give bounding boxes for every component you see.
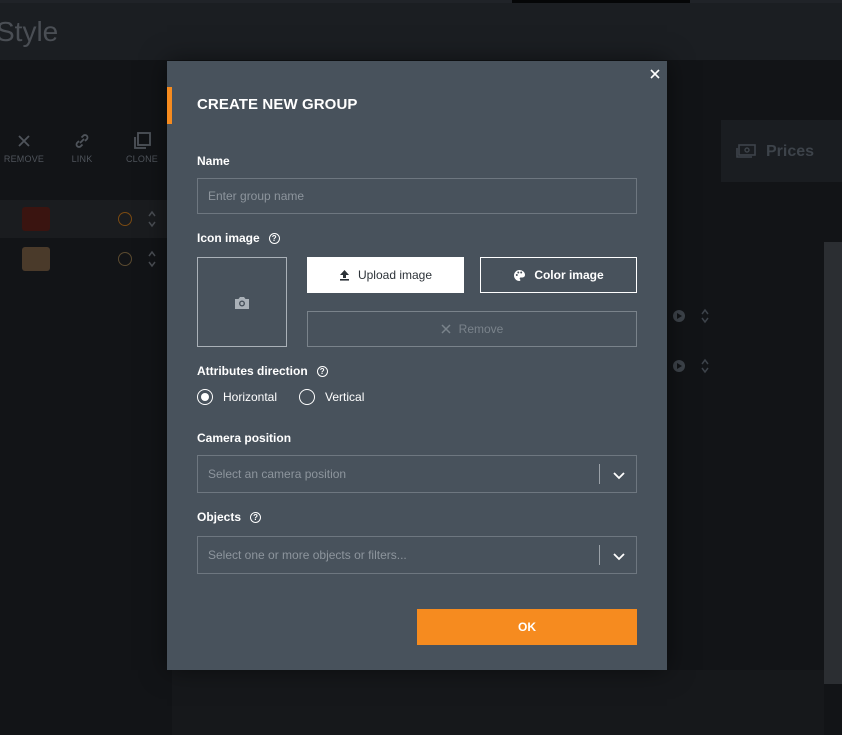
clone-tool-button[interactable]: CLONE xyxy=(118,130,166,164)
tab-prices-label: Prices xyxy=(766,143,815,160)
item-thumbnail xyxy=(22,247,50,271)
group-name-input[interactable] xyxy=(197,178,637,214)
page-title: Style xyxy=(0,16,59,47)
icon-image-label: Icon image ? xyxy=(197,231,280,245)
camera-position-select[interactable]: Select an camera position xyxy=(197,455,637,493)
remove-image-button[interactable]: Remove xyxy=(307,311,637,347)
clone-icon xyxy=(118,130,166,152)
radio-unselected-icon xyxy=(299,389,316,405)
select-separator xyxy=(599,545,600,565)
direction-radio-group: Horizontal Vertical xyxy=(197,389,386,405)
side-controls[interactable] xyxy=(672,357,712,375)
remove-tool-label: REMOVE xyxy=(3,154,45,164)
dialog-title: CREATE NEW GROUP xyxy=(197,96,358,113)
radio-selected-icon xyxy=(197,389,213,405)
name-label: Name xyxy=(197,154,230,168)
close-icon xyxy=(0,130,48,152)
close-icon xyxy=(441,324,451,334)
select-separator xyxy=(599,464,600,484)
link-tool-button[interactable]: LINK xyxy=(58,130,106,164)
list-item[interactable] xyxy=(0,240,167,278)
camera-position-label: Camera position xyxy=(197,431,292,445)
icon-preview xyxy=(197,257,287,347)
create-group-dialog: CREATE NEW GROUP Name Icon image ? Uploa… xyxy=(167,61,667,670)
help-icon[interactable]: ? xyxy=(316,365,328,377)
title-accent-bar xyxy=(167,87,172,124)
chevron-down-icon[interactable] xyxy=(611,467,627,483)
radio-vertical[interactable]: Vertical xyxy=(299,389,364,405)
check-icon xyxy=(118,212,132,226)
side-controls[interactable] xyxy=(672,307,712,325)
help-icon[interactable]: ? xyxy=(250,511,262,523)
app-header: Style xyxy=(0,3,842,60)
money-icon xyxy=(736,144,756,158)
radio-horizontal[interactable]: Horizontal xyxy=(197,389,277,405)
radio-horizontal-label: Horizontal xyxy=(223,390,278,404)
check-icon xyxy=(118,252,132,266)
camera-icon xyxy=(235,296,249,309)
color-image-button[interactable]: Color image xyxy=(480,257,637,293)
upload-icon xyxy=(339,269,350,281)
link-icon xyxy=(58,130,106,152)
remove-tool-button[interactable]: REMOVE xyxy=(0,130,48,164)
ok-button[interactable]: OK xyxy=(417,609,637,645)
color-image-label: Color image xyxy=(534,268,604,282)
item-thumbnail xyxy=(22,207,50,231)
upload-image-button[interactable]: Upload image xyxy=(307,257,464,293)
sort-handle-icon[interactable] xyxy=(148,210,156,228)
sort-handle-icon[interactable] xyxy=(148,250,156,268)
palette-icon xyxy=(513,269,526,282)
close-button[interactable] xyxy=(647,66,663,82)
radio-vertical-label: Vertical xyxy=(325,390,365,404)
content-area xyxy=(172,670,824,735)
help-icon[interactable]: ? xyxy=(268,232,280,244)
remove-image-label: Remove xyxy=(458,322,504,336)
objects-label: Objects ? xyxy=(197,510,262,524)
clone-tool-label: CLONE xyxy=(125,154,158,164)
camera-position-placeholder: Select an camera position xyxy=(208,467,347,481)
objects-select[interactable]: Select one or more objects or filters... xyxy=(197,536,637,574)
upload-image-label: Upload image xyxy=(357,268,433,282)
list-item[interactable] xyxy=(0,200,167,238)
chevron-down-icon[interactable] xyxy=(611,548,627,564)
objects-placeholder: Select one or more objects or filters... xyxy=(208,548,407,562)
link-tool-label: LINK xyxy=(71,154,93,164)
close-icon xyxy=(650,69,660,79)
scrollbar[interactable] xyxy=(824,242,842,684)
attributes-direction-label: Attributes direction ? xyxy=(197,364,328,378)
